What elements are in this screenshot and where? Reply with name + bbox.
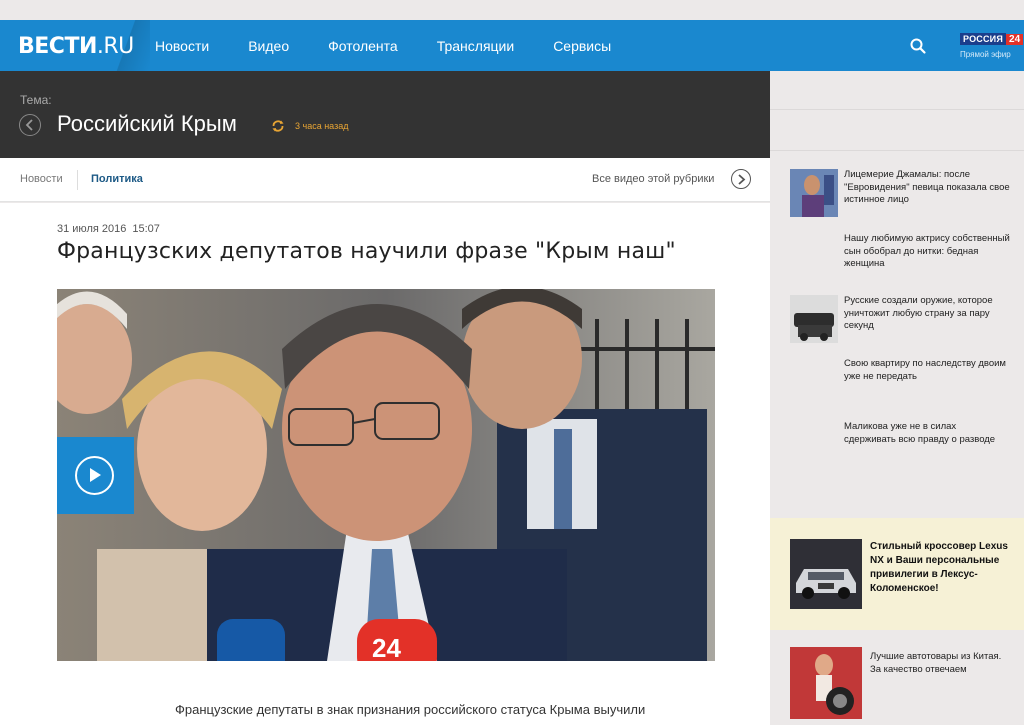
sidebar: Лицемерие Джамалы: после "Евровидения" п…: [770, 71, 1024, 725]
theme-bar: Тема: Российский Крым 3 часа назад: [0, 71, 770, 158]
nav-photo[interactable]: Фотолента: [328, 38, 398, 54]
rossiya24-logo: РОССИЯ 24: [960, 32, 1024, 46]
breadcrumb-politics[interactable]: Политика: [91, 173, 143, 185]
all-videos-link[interactable]: Все видео этой рубрики: [592, 173, 714, 185]
theme-title[interactable]: Российский Крым: [57, 111, 237, 137]
live-broadcast-link[interactable]: РОССИЯ 24 Прямой эфир: [960, 32, 1024, 59]
promo-car-image: [790, 539, 862, 609]
video-thumbnail: 24: [57, 289, 715, 661]
news-title: Маликова уже не в силах сдерживать всю п…: [844, 421, 996, 445]
search-icon[interactable]: [909, 37, 927, 55]
news-title: Лицемерие Джамалы: после "Евровидения" п…: [844, 169, 1010, 205]
back-icon[interactable]: [19, 114, 41, 136]
news-title: Нашу любимую актрису собственный сын обо…: [844, 233, 1010, 269]
news-title: Русские создали оружие, которое уничтожи…: [844, 295, 993, 331]
article-date: 31 июля 2016 15:07: [57, 223, 160, 235]
nav-news[interactable]: Новости: [155, 38, 209, 54]
play-button[interactable]: [57, 437, 134, 514]
updated-time: 3 часа назад: [295, 121, 349, 131]
main-nav: Новости Видео Фотолента Трансляции Серви…: [136, 20, 631, 71]
article-lead: Французские депутаты в знак признания ро…: [175, 702, 646, 717]
news-title: Свою квартиру по наследству двоим уже не…: [844, 358, 1006, 382]
news-title: Лучшие автотовары из Китая. За качество …: [870, 651, 1002, 675]
top-header: ВЕСТИ.RU Новости Видео Фотолента Трансля…: [0, 20, 1024, 71]
chevron-right-icon[interactable]: [731, 169, 751, 189]
site-logo[interactable]: ВЕСТИ.RU: [18, 34, 134, 59]
theme-label: Тема:: [20, 93, 52, 107]
news-thumbnail: [790, 647, 862, 719]
news-thumbnail: [790, 295, 838, 343]
play-icon: [75, 456, 114, 495]
promo-text: Стильный кроссовер Lexus NX и Ваши персо…: [870, 541, 1008, 594]
article: 31 июля 2016 15:07 Французских депутатов …: [0, 203, 770, 725]
nav-services[interactable]: Сервисы: [553, 38, 611, 54]
divider: [770, 150, 1024, 151]
breadcrumb-divider: [77, 170, 78, 190]
divider: [770, 109, 1024, 110]
nav-broadcasts[interactable]: Трансляции: [437, 38, 514, 54]
svg-text:24: 24: [372, 633, 401, 661]
news-thumbnail: [790, 169, 838, 217]
breadcrumb: Новости Политика Все видео этой рубрики: [0, 158, 770, 202]
article-headline: Французских депутатов научили фразе "Кры…: [57, 239, 676, 264]
promo-banner[interactable]: Стильный кроссовер Lexus NX и Ваши персо…: [770, 518, 1024, 630]
video-player[interactable]: 24: [57, 289, 715, 661]
live-label: Прямой эфир: [960, 50, 1011, 59]
breadcrumb-news[interactable]: Новости: [20, 173, 63, 185]
refresh-icon: [272, 120, 284, 132]
nav-video[interactable]: Видео: [248, 38, 289, 54]
